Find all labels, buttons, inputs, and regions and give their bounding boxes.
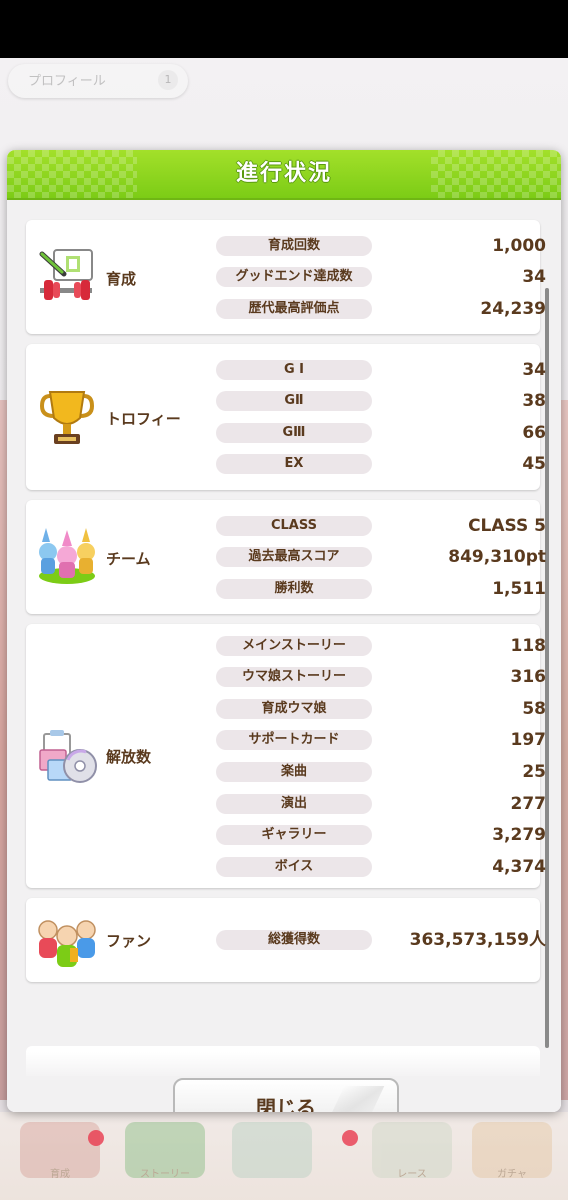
- stat-label: グッドエンド達成数: [216, 267, 372, 287]
- stat-value: 1,000: [492, 236, 546, 256]
- section-trophy: トロフィー G I 34 GⅡ 38 GⅢ 66 EX 45: [26, 344, 546, 490]
- stat-value: 25: [522, 762, 546, 782]
- stat-value: 4,374: [492, 857, 546, 877]
- close-button[interactable]: 閉じる: [173, 1078, 399, 1112]
- notification-badge: [342, 1130, 358, 1146]
- nav-item-training: 育成: [20, 1122, 100, 1180]
- stat-row: ボイス 4,374: [216, 857, 546, 879]
- fans-icon: [34, 908, 100, 974]
- stat-value: 66: [522, 423, 546, 443]
- stat-label: 歴代最高評価点: [216, 299, 372, 319]
- stat-label: 楽曲: [216, 762, 372, 782]
- nav-item-race: レース: [372, 1122, 452, 1180]
- dialog-body[interactable]: 育成 育成回数 1,000 グッドエンド達成数 34 歴代最高評価点 24,23…: [7, 200, 561, 1112]
- stat-row: EX 45: [216, 454, 546, 476]
- section-fans: ファン 総獲得数 363,573,159人: [26, 898, 546, 982]
- stat-value: 45: [522, 454, 546, 474]
- notification-badge: [88, 1130, 104, 1146]
- profile-tab-label: プロフィール: [28, 74, 106, 89]
- stat-label: 演出: [216, 794, 372, 814]
- stat-value: 24,239: [480, 299, 546, 319]
- stat-label: 勝利数: [216, 579, 372, 599]
- stat-label: ウマ娘ストーリー: [216, 667, 372, 687]
- section-label: 育成: [106, 270, 137, 288]
- section-unlock: 解放数 メインストーリー 118 ウマ娘ストーリー 316 育成ウマ娘 58 サ…: [26, 624, 546, 888]
- stat-value: 277: [510, 794, 547, 814]
- stat-row: GⅡ 38: [216, 391, 546, 413]
- stat-label: メインストーリー: [216, 636, 372, 656]
- stat-value: 316: [510, 667, 547, 687]
- stat-row: G I 34: [216, 360, 546, 382]
- stat-row: ギャラリー 3,279: [216, 825, 546, 847]
- stat-value: 118: [510, 636, 547, 656]
- stat-row: 総獲得数 363,573,159人: [216, 930, 546, 952]
- close-button-label: 閉じる: [256, 1096, 316, 1112]
- stat-row: 勝利数 1,511: [216, 579, 546, 601]
- stat-row: グッドエンド達成数 34: [216, 267, 546, 289]
- section-label: チーム: [106, 550, 151, 568]
- status-bar: [0, 0, 568, 58]
- unlock-icon: [34, 724, 100, 790]
- stat-value: 849,310pt: [448, 547, 546, 567]
- profile-tab: プロフィール 1: [8, 64, 188, 98]
- stat-label: EX: [216, 454, 372, 474]
- stat-label: GⅢ: [216, 423, 372, 443]
- stat-row: CLASS CLASS 5: [216, 516, 546, 538]
- nav-label: 育成: [50, 1169, 70, 1180]
- profile-tab-number: 1: [158, 70, 178, 90]
- stat-label: GⅡ: [216, 391, 372, 411]
- stat-value: 34: [522, 360, 546, 380]
- stat-row: 楽曲 25: [216, 762, 546, 784]
- dialog-title: 進行状況: [235, 161, 332, 186]
- stat-row: 過去最高スコア 849,310pt: [216, 547, 546, 569]
- stat-value: CLASS 5: [468, 516, 546, 536]
- stat-label: ギャラリー: [216, 825, 372, 845]
- stat-label: サポートカード: [216, 730, 372, 750]
- nav-item-gacha: ガチャ: [472, 1122, 552, 1180]
- stat-row: メインストーリー 118: [216, 636, 546, 658]
- training-icon: [34, 244, 100, 310]
- stat-label: 育成回数: [216, 236, 372, 256]
- dialog-header: 進行状況: [7, 150, 561, 200]
- nav-label: レース: [397, 1169, 427, 1180]
- stat-value: 3,279: [492, 825, 546, 845]
- stat-row: ウマ娘ストーリー 316: [216, 667, 546, 689]
- stat-row: サポートカード 197: [216, 730, 546, 752]
- stat-label: G I: [216, 360, 372, 380]
- stat-value: 1,511: [492, 579, 546, 599]
- stat-label: 過去最高スコア: [216, 547, 372, 567]
- nav-label: ガチャ: [497, 1169, 527, 1180]
- nav-item-story: ストーリー: [125, 1122, 205, 1180]
- stat-row: 演出 277: [216, 794, 546, 816]
- stat-row: GⅢ 66: [216, 423, 546, 445]
- button-shine: [325, 1086, 385, 1112]
- stat-row: 育成回数 1,000: [216, 236, 546, 258]
- section-label: トロフィー: [106, 410, 181, 428]
- stat-value: 363,573,159人: [409, 930, 546, 950]
- section-label: ファン: [106, 932, 152, 950]
- section-label: 解放数: [106, 748, 152, 766]
- stat-row: 歴代最高評価点 24,239: [216, 299, 546, 321]
- section-team: チーム CLASS CLASS 5 過去最高スコア 849,310pt 勝利数 …: [26, 500, 546, 614]
- stat-label: CLASS: [216, 516, 372, 536]
- trophy-icon: [34, 386, 100, 452]
- stat-label: 育成ウマ娘: [216, 699, 372, 719]
- nav-label: ストーリー: [140, 1169, 190, 1180]
- stat-value: 34: [522, 267, 546, 287]
- nav-item-home: [232, 1122, 312, 1178]
- stat-label: 総獲得数: [216, 930, 372, 950]
- stat-value: 197: [510, 730, 547, 750]
- dialog-footer: 閉じる: [7, 1052, 561, 1112]
- stat-value: 58: [522, 699, 546, 719]
- progress-dialog: 進行状況 育成 育成回数 1,000 グッドエンド達成数 34 歴代最高評価点 …: [7, 150, 561, 1112]
- team-icon: [34, 524, 100, 590]
- stat-row: 育成ウマ娘 58: [216, 699, 546, 721]
- stat-value: 38: [522, 391, 546, 411]
- section-training: 育成 育成回数 1,000 グッドエンド達成数 34 歴代最高評価点 24,23…: [26, 220, 546, 334]
- stat-label: ボイス: [216, 857, 372, 877]
